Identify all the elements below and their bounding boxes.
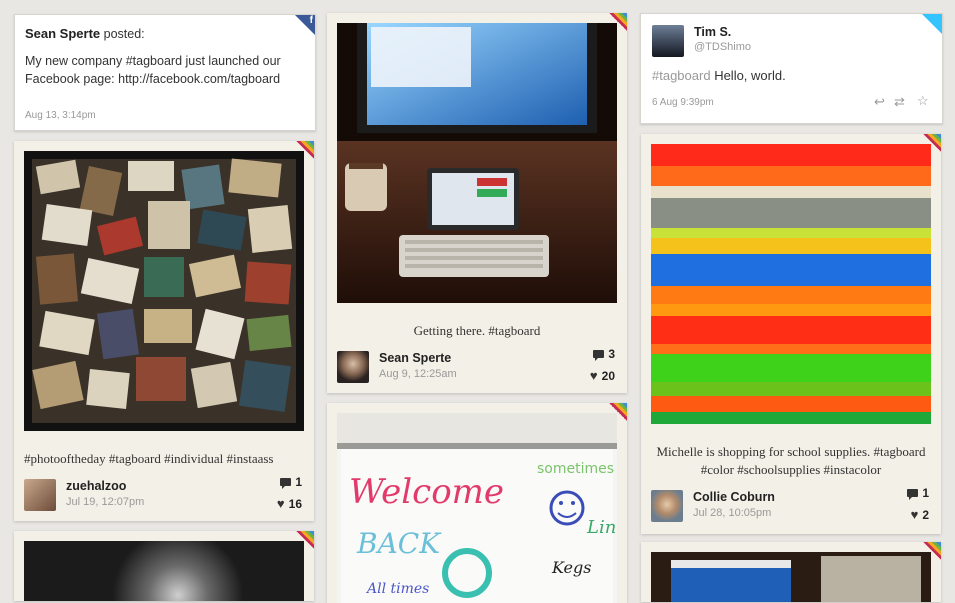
post-photo[interactable] [24,151,304,431]
avatar[interactable] [652,25,684,57]
heart-icon: ♥ [276,496,285,511]
post-author[interactable]: Sean Sperte [25,26,100,41]
post-text: My new company #tagboard just launched o… [25,54,281,86]
post-username[interactable]: Collie Coburn [693,490,775,504]
post-time[interactable]: Aug 13, 3:14pm [25,110,96,121]
instagram-post-card[interactable] [14,531,314,601]
heart-icon: ♥ [589,368,598,383]
tweet-body: Hello, world. [714,68,786,83]
like-count-value: 2 [922,508,929,522]
post-username[interactable]: zuehalzoo [66,479,126,493]
stripes-image [651,144,931,424]
tweet-name[interactable]: Tim S. [694,25,731,39]
comment-count[interactable]: 3 [593,347,615,361]
comment-count[interactable]: 1 [907,486,929,500]
desk-image [337,23,617,303]
whiteboard-image: Welcome BACK sometimes Lin! Kegs All tim… [337,413,617,603]
svg-text:sometimes: sometimes [537,461,614,477]
svg-text:Welcome: Welcome [349,472,504,512]
twitter-icon [922,14,942,34]
svg-text:BACK: BACK [356,527,442,560]
post-photo[interactable]: Welcome BACK sometimes Lin! Kegs All tim… [337,413,617,603]
comment-count-value: 1 [295,475,302,489]
post-time[interactable]: Jul 28, 10:05pm [693,507,771,519]
twitter-post-card[interactable]: Tim S. @TDShimo #tagboard Hello, world. … [640,13,943,124]
comment-count-value: 1 [922,486,929,500]
avatar[interactable] [337,351,369,383]
reply-icon[interactable]: ↩ [874,94,885,110]
instagram-post-card[interactable]: Welcome BACK sometimes Lin! Kegs All tim… [327,403,627,603]
cooler-image [671,556,921,602]
svg-text:Kegs: Kegs [551,558,591,577]
collage-image [32,158,296,423]
tweet-time[interactable]: 6 Aug 9:39pm [652,97,714,108]
instagram-post-card[interactable]: Michelle is shopping for school supplies… [641,134,941,534]
avatar[interactable] [24,479,56,511]
instagram-post-card[interactable]: #photooftheday #tagboard #individual #in… [14,141,314,521]
comment-icon [280,478,292,489]
post-caption: Getting there. #tagboard [413,323,541,338]
svg-text:Lin!: Lin! [586,517,617,538]
svg-text:All times: All times [365,581,429,597]
instagram-post-card[interactable] [641,542,941,602]
tweet-handle[interactable]: @TDShimo [694,41,751,53]
favorite-icon[interactable]: ☆ [917,93,929,109]
post-photo[interactable] [24,541,304,601]
instagram-post-card[interactable]: Getting there. #tagboard Sean Sperte Aug… [327,13,627,393]
post-username[interactable]: Sean Sperte [379,351,451,365]
post-photo[interactable] [651,144,931,424]
post-photo[interactable] [337,23,617,303]
facebook-icon: f [295,15,315,35]
like-count-value: 16 [288,497,302,511]
comment-icon [593,350,605,361]
like-count[interactable]: ♥ 2 [911,508,929,522]
avatar[interactable] [651,490,683,522]
post-time[interactable]: Aug 9, 12:25am [379,368,457,380]
comment-count-value: 3 [608,347,615,361]
like-count-value: 20 [601,369,615,383]
facebook-post-card[interactable]: f Sean Sperte posted: My new company #ta… [14,14,316,131]
tweet-text: #tagboard Hello, world. [652,67,786,85]
tweet-hashtag[interactable]: #tagboard [652,68,711,83]
post-caption: #photooftheday #tagboard #individual #in… [24,451,274,466]
like-count[interactable]: ♥ 16 [277,497,302,511]
post-photo[interactable] [651,552,931,602]
comment-icon [907,489,919,500]
post-caption: Michelle is shopping for school supplies… [656,444,926,477]
comment-count[interactable]: 1 [280,475,302,489]
like-count[interactable]: ♥ 20 [590,369,615,383]
heart-icon: ♥ [910,507,919,522]
post-action: posted: [103,27,145,41]
post-time[interactable]: Jul 19, 12:07pm [66,496,144,508]
retweet-icon[interactable]: ⇄ [894,94,905,110]
